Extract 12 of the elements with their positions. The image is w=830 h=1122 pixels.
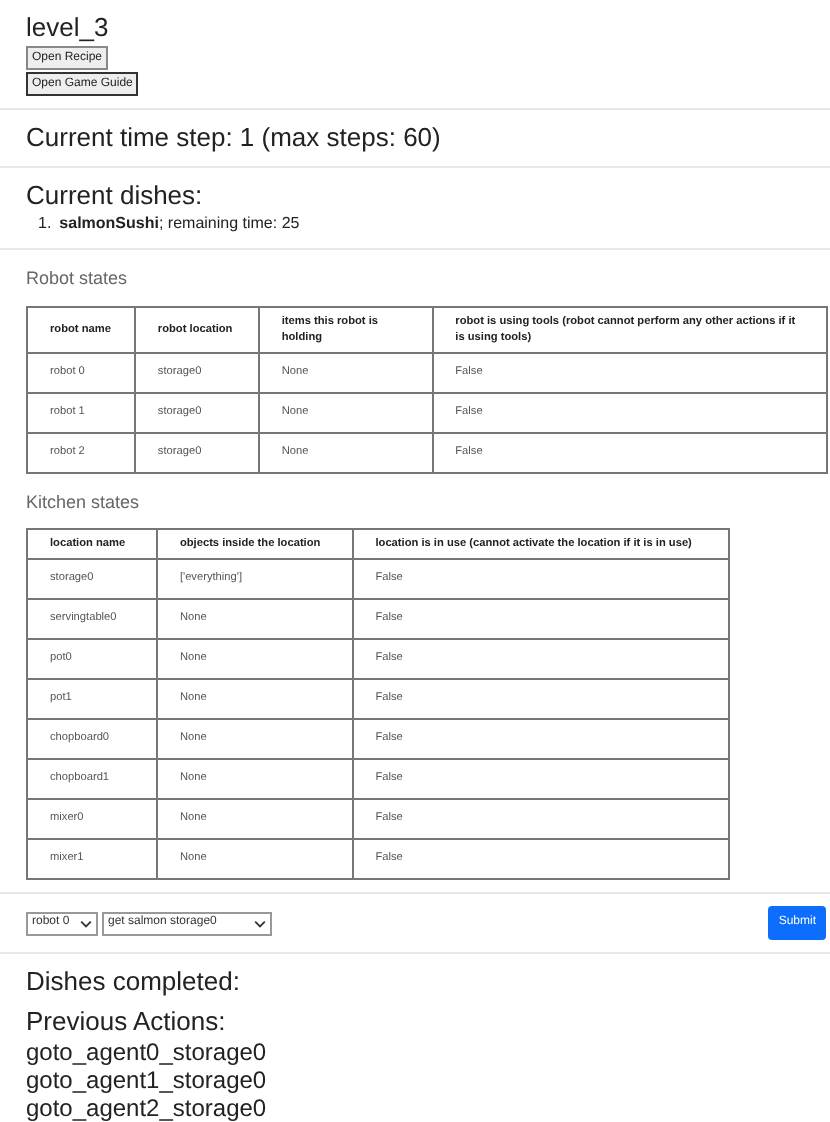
section-heading: Robot states — [26, 266, 130, 292]
dishes-completed-heading: Dishes completed: — [26, 966, 242, 998]
action-entry: goto_agent2_storage0 — [26, 1094, 269, 1122]
action-entry: goto_agent1_storage0 — [26, 1066, 269, 1094]
list-number: 1. — [38, 212, 52, 236]
time-step-text: Current time step: 1 (max steps: 60) — [26, 122, 443, 154]
section-heading: Kitchen states — [26, 489, 142, 515]
action-entry: goto_agent0_storage0 — [26, 1038, 269, 1066]
section-heading: Current dishes: — [26, 180, 205, 212]
page-title: level_3 — [26, 12, 111, 44]
dish-entry: salmonSushi; remaining time: 25 — [59, 212, 300, 236]
section-heading: Previous Actions: — [26, 1006, 228, 1038]
